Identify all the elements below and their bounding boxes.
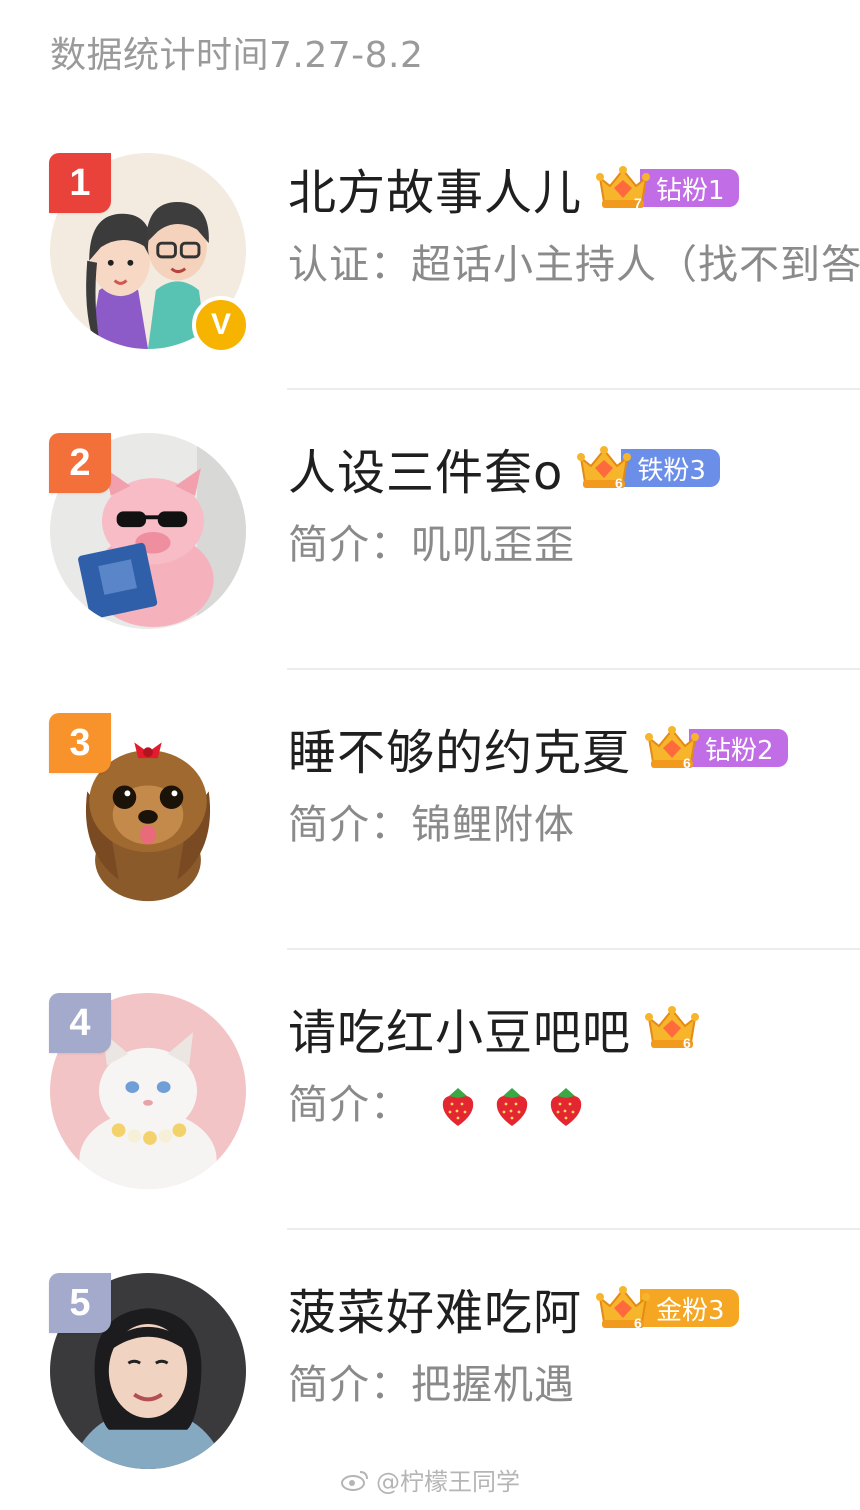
fan-level-label: 钻粉1 — [640, 169, 739, 207]
strawberry-icon — [442, 1088, 473, 1126]
desc-text: 锦鲤附体 — [411, 802, 575, 848]
desc-emoji-row — [435, 1084, 589, 1130]
desc-label: 认证： — [288, 242, 411, 288]
crown-icon: 6 — [577, 444, 632, 492]
fan-level-badge[interactable]: 6 — [645, 1004, 700, 1052]
username[interactable]: 睡不够的约克夏 — [288, 713, 631, 783]
username[interactable]: 北方故事人儿 — [288, 153, 582, 223]
desc-label: 简介： — [288, 522, 411, 568]
user-description: 简介：锦鲤附体 — [288, 792, 575, 850]
fan-level-label: 钻粉2 — [689, 729, 788, 767]
name-line: 菠菜好难吃阿 6 金粉3 — [288, 1273, 739, 1343]
rank-badge: 4 — [49, 993, 111, 1053]
stats-period-header: 数据统计时间7.27-8.2 — [50, 35, 424, 76]
weibo-logo-icon — [341, 1470, 368, 1491]
list-item[interactable]: 3 睡不够的约克夏 6 钻粉2 简介：锦鲤附体 — [0, 670, 860, 950]
fan-level-badge[interactable]: 6 铁粉3 — [577, 444, 720, 492]
username[interactable]: 人设三件套o — [288, 433, 563, 503]
username[interactable]: 请吃红小豆吧吧 — [288, 993, 631, 1063]
user-description: 简介：叽叽歪歪 — [288, 512, 575, 570]
rank-badge: 1 — [49, 153, 111, 213]
username[interactable]: 菠菜好难吃阿 — [288, 1273, 582, 1343]
desc-text: 叽叽歪歪 — [411, 522, 575, 568]
fan-level-badge[interactable]: 6 金粉3 — [596, 1284, 739, 1332]
rank-badge: 5 — [49, 1273, 111, 1333]
name-line: 睡不够的约克夏 6 钻粉2 — [288, 713, 788, 783]
verified-icon: V — [192, 296, 250, 354]
fan-level-label: 铁粉3 — [621, 449, 720, 487]
user-description: 简介： — [288, 1072, 589, 1130]
name-line: 人设三件套o 6 铁粉3 — [288, 433, 720, 503]
crown-level-number: 6 — [615, 475, 623, 491]
strawberry-icon — [550, 1088, 581, 1126]
rank-badge: 2 — [49, 433, 111, 493]
name-line: 请吃红小豆吧吧 6 — [288, 993, 700, 1063]
user-description: 简介：把握机遇 — [288, 1352, 575, 1410]
crown-icon: 6 — [645, 724, 700, 772]
crown-icon: 6 — [596, 1284, 651, 1332]
desc-label: 简介： — [288, 1362, 411, 1408]
desc-text: 把握机遇 — [411, 1362, 575, 1408]
fan-level-badge[interactable]: 6 钻粉2 — [645, 724, 788, 772]
desc-text: 超话小主持人（找不到答 — [411, 242, 860, 288]
desc-label: 简介： — [288, 1082, 411, 1128]
watermark-text: @柠檬王同学 — [376, 1468, 520, 1496]
crown-level-number: 6 — [683, 1035, 691, 1051]
fan-level-badge[interactable]: 7 钻粉1 — [596, 164, 739, 212]
name-line: 北方故事人儿 7 钻粉1 — [288, 153, 739, 223]
crown-level-number: 6 — [634, 1315, 642, 1331]
crown-icon: 7 — [596, 164, 651, 212]
list-item[interactable]: 4 请吃红小豆吧吧 6 简介： — [0, 950, 860, 1230]
list-item[interactable]: 2 人设三件套o 6 铁粉3 简介：叽叽歪歪 — [0, 390, 860, 670]
crown-icon: 6 — [645, 1004, 700, 1052]
list-item[interactable]: 1 V 北方故事人儿 7 钻粉1 认证：超话小主持人（找不到答 — [0, 110, 860, 390]
desc-label: 简介： — [288, 802, 411, 848]
watermark: @柠檬王同学 — [340, 1462, 520, 1497]
crown-level-number: 7 — [634, 195, 642, 211]
crown-level-number: 6 — [683, 755, 691, 771]
rank-badge: 3 — [49, 713, 111, 773]
fan-level-label: 金粉3 — [640, 1289, 739, 1327]
user-description: 认证：超话小主持人（找不到答 — [288, 232, 860, 290]
strawberry-icon — [496, 1088, 527, 1126]
